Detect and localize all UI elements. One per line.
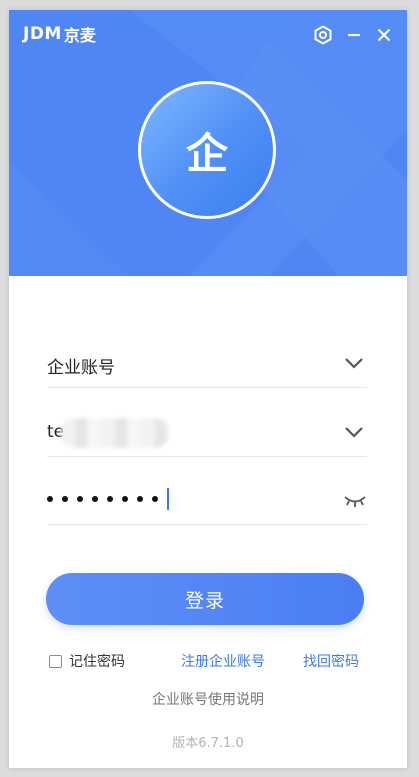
chevron-down-icon[interactable] [343, 353, 365, 373]
settings-button[interactable] [312, 24, 334, 46]
avatar-label: 企 [185, 128, 228, 178]
register-enterprise-link[interactable]: 注册企业账号 [181, 651, 265, 671]
remember-password-option[interactable]: 记住密码 [49, 651, 125, 671]
close-icon [377, 28, 391, 42]
account-type-select[interactable]: 企业账号 [47, 341, 367, 388]
password-input[interactable] [47, 478, 367, 525]
forgot-password-link[interactable]: 找回密码 [303, 651, 359, 671]
login-button[interactable]: 登录 [46, 573, 364, 625]
text-cursor [167, 488, 169, 510]
brand-name: 京麦 [63, 26, 96, 45]
login-window: JDM 京麦 企 企业账号 te 登录 记住密码 注册企业账号 找回密码 企业账… [9, 10, 407, 768]
remember-password-checkbox[interactable] [49, 654, 62, 668]
settings-hexagon-icon [314, 25, 332, 45]
eye-closed-icon[interactable] [343, 492, 367, 510]
minimize-button[interactable] [343, 24, 365, 46]
enterprise-avatar: 企 [138, 81, 276, 219]
brand-mark: JDM [23, 24, 62, 44]
username-input[interactable]: te [47, 410, 367, 457]
chevron-down-icon[interactable] [343, 422, 365, 442]
remember-password-label: 记住密码 [69, 654, 125, 670]
account-type-value: 企业账号 [47, 358, 115, 378]
redacted-username-blur [61, 418, 169, 448]
version-label: 版本6.7.1.0 [172, 736, 244, 751]
close-button[interactable] [373, 24, 395, 46]
enterprise-help-link[interactable]: 企业账号使用说明 [9, 689, 407, 709]
login-header: JDM 京麦 企 [9, 10, 407, 276]
brand-logo: JDM 京麦 [23, 23, 96, 45]
minimize-icon [348, 33, 360, 37]
password-mask [47, 488, 169, 510]
